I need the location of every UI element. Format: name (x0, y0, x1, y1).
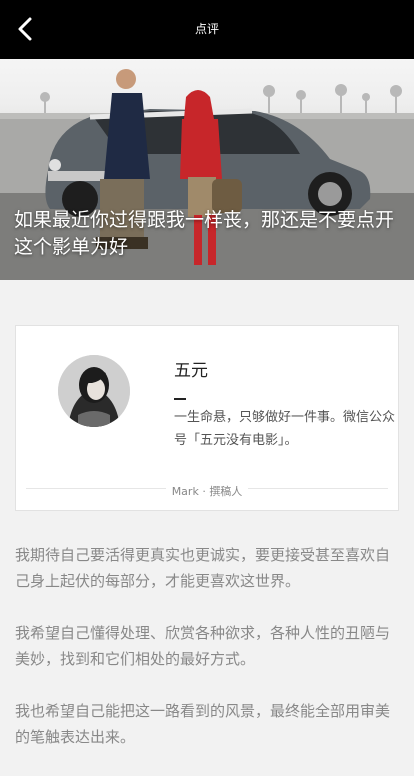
author-bio: 一生命悬，只够做好一件事。微信公众号「五元没有电影」。 (174, 410, 396, 448)
article-paragraph: 我希望自己懂得处理、欣赏各种欲求，各种人性的丑陋与美妙，找到和它们相处的最好方式… (15, 624, 391, 668)
role-separator: · (202, 485, 206, 498)
page-title: 点评 (194, 22, 219, 36)
mark-label: Mark (171, 485, 199, 498)
article-paragraph: 我也希望自己能把这一路看到的风景，最终能全部用审美的笔触表达出来。 (15, 702, 391, 746)
hero-caption: 如果最近你过得跟我一样丧，那还是不要点开这个影单为好 (14, 209, 395, 258)
avatar-photo (58, 355, 130, 427)
author-role-line: Mark · 撰稿人 (16, 480, 398, 499)
name-underline (174, 398, 186, 400)
hero-image[interactable]: 如果最近你过得跟我一样丧，那还是不要点开这个影单为好 (0, 59, 414, 280)
article-body: 我期待自己要活得更真实也更诚实，要更接受甚至喜欢自己身上起伏的每部分，才能更喜欢… (15, 542, 401, 776)
article-paragraph: 我期待自己要活得更真实也更诚实，要更接受甚至喜欢自己身上起伏的每部分，才能更喜欢… (15, 546, 391, 590)
author-card[interactable]: 五元 一生命悬，只够做好一件事。微信公众号「五元没有电影」。 Mark · 撰稿… (15, 325, 399, 511)
role-label: Mark · 撰稿人 (165, 483, 249, 499)
author-role: 撰稿人 (209, 485, 243, 498)
top-nav-bar: 点评 (0, 0, 414, 59)
author-name: 五元 (174, 361, 208, 381)
avatar (58, 355, 130, 427)
